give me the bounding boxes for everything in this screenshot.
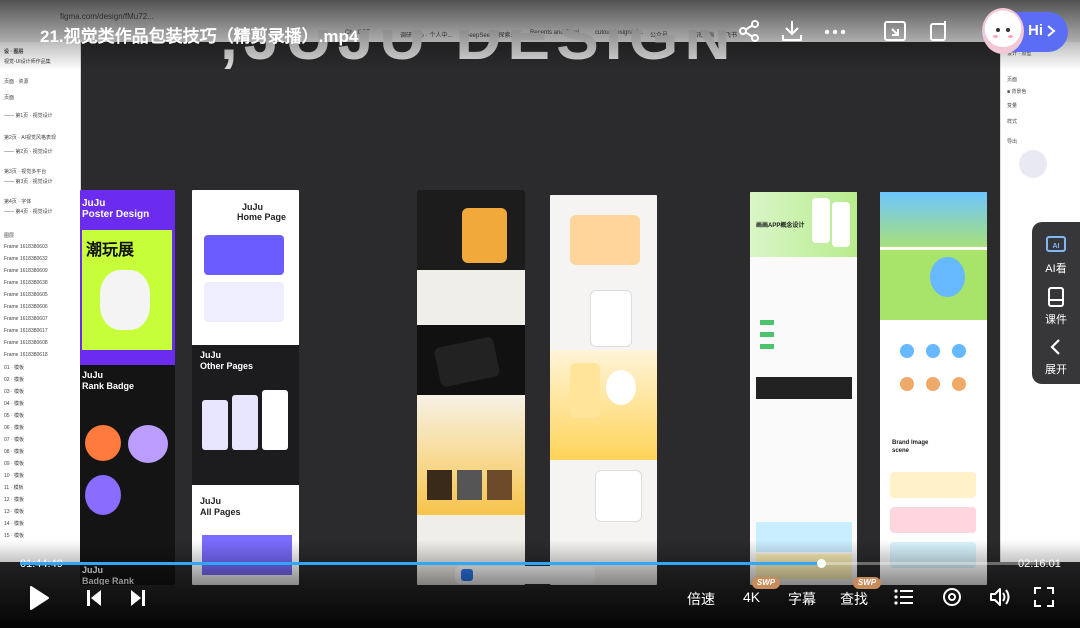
- recorded-poster-frame: JuJu Poster Design 潮玩展 JuJu Rank Badge J…: [80, 190, 175, 585]
- video-title: 21.视觉类作品包装技巧（精剪录播）.mp4: [40, 27, 359, 46]
- skip-previous-icon: [87, 590, 101, 606]
- recorded-product-frame: [550, 195, 657, 585]
- next-button[interactable]: [128, 587, 148, 611]
- play-icon: [30, 586, 49, 610]
- settings-icon: [943, 588, 961, 606]
- play-button[interactable]: [26, 584, 52, 610]
- ai-watch-button[interactable]: AI: [1032, 234, 1080, 261]
- courseware-label[interactable]: 课件: [1032, 311, 1080, 327]
- recorded-homepage-frame: JuJu Home Page JuJu Other Pages JuJu All…: [192, 190, 299, 585]
- recorded-layers-panel: 设 · 图层 视觉-UI设计师作品集 页面 · 资源 页面 —— 第1页 · 视…: [0, 42, 81, 562]
- recorded-brand-frame: Brand Image scene: [880, 192, 987, 585]
- recorded-cursor: [600, 305, 604, 309]
- floating-window-icon[interactable]: [926, 18, 952, 44]
- bottom-gradient: [0, 540, 1080, 628]
- progress-fill: [20, 562, 822, 565]
- ai-watch-label[interactable]: AI看: [1032, 260, 1080, 276]
- expand-label[interactable]: 展开: [1032, 361, 1080, 377]
- fullscreen-button[interactable]: [1033, 586, 1055, 610]
- progress-bar[interactable]: [20, 559, 1060, 568]
- assistant-greeting[interactable]: Hi: [1028, 22, 1043, 39]
- search-badge: SWP: [853, 577, 881, 589]
- playlist-button[interactable]: [893, 586, 915, 610]
- quality-button[interactable]: 4K: [743, 589, 760, 605]
- download-icon[interactable]: [779, 18, 805, 44]
- recorded-shirt-frame: [417, 190, 525, 585]
- side-panel: AI AI看 课件 展开: [1032, 222, 1080, 384]
- courseware-icon: [1048, 287, 1064, 307]
- settings-button[interactable]: [941, 586, 963, 610]
- quality-badge: SWP: [752, 577, 780, 589]
- progress-knob[interactable]: [817, 559, 827, 568]
- courseware-button[interactable]: [1032, 286, 1080, 313]
- ai-watch-icon: AI: [1046, 236, 1066, 252]
- recorded-app-concept-frame: 画画APP概念设计: [750, 192, 857, 585]
- subtitles-button[interactable]: 字幕: [788, 589, 816, 609]
- share-icon[interactable]: [736, 18, 762, 44]
- skip-next-icon: [131, 590, 145, 606]
- search-button[interactable]: 查找: [840, 589, 868, 609]
- assistant-avatar[interactable]: [982, 8, 1024, 54]
- chevron-left-icon: [1050, 339, 1060, 355]
- playlist-icon: [894, 589, 913, 605]
- expand-button[interactable]: [1032, 336, 1080, 363]
- svg-text:AI: AI: [1053, 243, 1060, 250]
- volume-button[interactable]: [988, 586, 1012, 610]
- chevron-right-icon[interactable]: [1046, 24, 1056, 43]
- fullscreen-icon: [1034, 587, 1054, 607]
- more-icon[interactable]: [822, 18, 848, 44]
- volume-icon: [990, 588, 1010, 606]
- video-frame[interactable]: figma.com/design/fMu72... ChatGPT 调研中心 ·…: [0, 0, 1080, 628]
- previous-button[interactable]: [84, 587, 104, 611]
- speed-button[interactable]: 倍速: [687, 589, 715, 609]
- picture-in-picture-icon[interactable]: [882, 18, 908, 44]
- recorded-plugin-icon: [1019, 150, 1047, 178]
